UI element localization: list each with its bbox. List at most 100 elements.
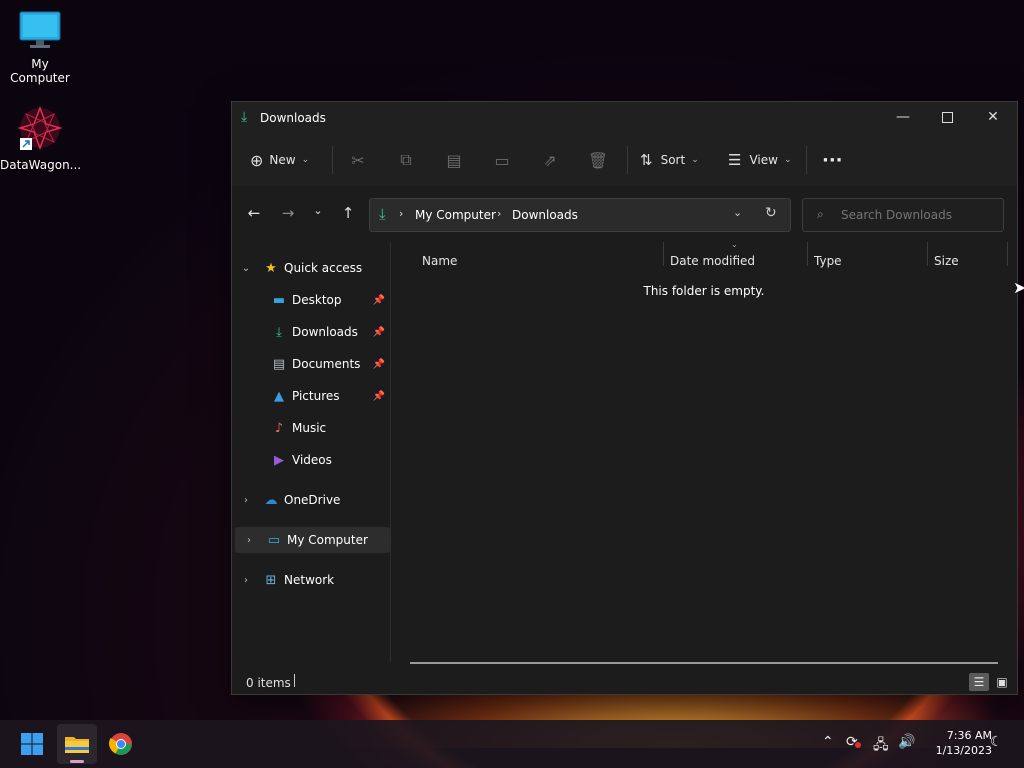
tiles-view-button[interactable]: ▣: [992, 673, 1012, 691]
chevron-right-icon: ›: [244, 494, 248, 506]
share-icon: ⇗: [543, 150, 557, 170]
list-view-icon: ☰: [728, 151, 742, 169]
sidebar-item-label: My Computer: [287, 533, 368, 547]
sync-icon[interactable]: ⟳: [846, 734, 861, 750]
column-header-row: Name ⌄ Date modified Type Size: [391, 240, 1015, 270]
arrow-up-icon: ↑: [341, 204, 355, 222]
copy-button[interactable]: ⧉: [392, 148, 420, 172]
clock-date: 1/13/2023: [935, 744, 992, 757]
pin-icon[interactable]: 📌: [373, 391, 385, 402]
sidebar-item-pictures[interactable]: ▲ Pictures 📌: [232, 383, 387, 409]
sidebar-item-my-computer[interactable]: › ▭ My Computer: [235, 527, 390, 553]
breadcrumb-separator-icon: ›: [497, 207, 502, 220]
file-explorer-taskbar-button[interactable]: [57, 724, 97, 764]
start-button[interactable]: [12, 724, 52, 764]
view-button[interactable]: ☰ View ⌄: [728, 148, 791, 172]
sort-indicator-icon: ⌄: [731, 240, 738, 249]
horizontal-scrollbar[interactable]: [410, 662, 998, 664]
cloud-icon: ☁: [264, 492, 278, 508]
new-button[interactable]: ⊕ New ⌄: [250, 148, 309, 172]
rename-button[interactable]: ▭: [488, 148, 516, 172]
system-clock[interactable]: 7:36 AM 1/13/2023: [920, 728, 992, 758]
more-options-button[interactable]: ···: [822, 148, 843, 172]
forward-button[interactable]: →: [276, 204, 300, 224]
monitor-icon: ▭: [267, 532, 281, 548]
recent-locations-button[interactable]: ⌄: [306, 204, 330, 224]
desktop-icon-my-computer[interactable]: My Computer: [0, 10, 80, 85]
sidebar-item-label: OneDrive: [284, 493, 341, 507]
chrome-icon: [109, 733, 132, 755]
trash-icon: 🗑: [587, 150, 609, 170]
refresh-icon[interactable]: ↻: [765, 205, 777, 221]
close-button[interactable]: ✕: [970, 102, 1016, 132]
pin-icon[interactable]: 📌: [373, 327, 385, 338]
chevron-right-icon: ›: [244, 574, 248, 586]
download-icon: ⤓: [241, 109, 248, 125]
chrome-taskbar-button[interactable]: [101, 724, 141, 764]
breadcrumb-my-computer[interactable]: My Computer: [415, 208, 496, 222]
sidebar-item-onedrive[interactable]: › ☁ OneDrive: [232, 487, 387, 513]
sidebar-item-videos[interactable]: ▶ Videos: [232, 447, 387, 473]
desktop-folder-icon: ▬: [272, 292, 286, 308]
focus-assist-moon-icon[interactable]: ☾: [990, 734, 1003, 750]
search-icon: ⌕: [817, 207, 824, 221]
address-history-dropdown[interactable]: ⌄: [733, 206, 742, 219]
paste-button[interactable]: ▤: [440, 148, 468, 172]
sidebar-item-downloads[interactable]: ⤓ Downloads 📌: [232, 319, 387, 345]
share-button[interactable]: ⇗: [536, 148, 564, 172]
sidebar-item-label: Music: [292, 421, 327, 435]
sidebar-item-quick-access[interactable]: ⌄ ★ Quick access: [232, 255, 387, 281]
column-header-type[interactable]: Type: [814, 254, 842, 268]
new-label: New: [269, 153, 296, 167]
active-indicator: [70, 760, 84, 763]
show-hidden-icons-chevron-icon[interactable]: ⌃: [822, 734, 834, 750]
sidebar-item-desktop[interactable]: ▬ Desktop 📌: [232, 287, 387, 313]
arrow-right-icon: →: [281, 204, 295, 222]
file-list-pane[interactable]: Name ⌄ Date modified Type Size This fold…: [391, 240, 1015, 672]
column-header-date-modified[interactable]: Date modified: [670, 254, 755, 268]
sort-label: Sort: [660, 153, 686, 167]
video-icon: ▶: [274, 452, 284, 468]
sidebar-item-documents[interactable]: ▤ Documents 📌: [232, 351, 387, 377]
delete-button[interactable]: 🗑: [584, 148, 612, 172]
search-input[interactable]: [839, 205, 993, 225]
arrow-left-icon: ←: [247, 204, 261, 222]
command-bar: ⊕ New ⌄ ✂ ⧉ ▤ ▭ ⇗ 🗑 ⇅ Sort ⌄ ☰ View ⌄ ··…: [232, 134, 1017, 186]
pin-icon[interactable]: 📌: [373, 295, 385, 306]
details-view-icon: ☰: [973, 675, 985, 689]
navigation-pane: ⌄ ★ Quick access ▬ Desktop 📌 ⤓ Downloads…: [232, 242, 390, 662]
minimize-button[interactable]: —: [880, 102, 926, 132]
cut-button[interactable]: ✂: [344, 148, 372, 172]
search-box[interactable]: ⌕: [802, 198, 1004, 232]
breadcrumb-downloads[interactable]: Downloads: [512, 208, 578, 222]
title-bar[interactable]: ⤓ Downloads — ✕: [232, 102, 1017, 134]
sort-button[interactable]: ⇅ Sort ⌄: [640, 148, 699, 172]
sidebar-item-label: Network: [284, 573, 335, 587]
back-button[interactable]: ←: [242, 204, 266, 224]
ellipsis-icon: ···: [822, 149, 843, 171]
sidebar-item-network[interactable]: › ⊞ Network: [232, 567, 387, 593]
clipboard-icon: ▤: [446, 150, 462, 170]
desktop-icon-datawagon[interactable]: DataWagon...: [0, 104, 81, 172]
address-bar[interactable]: ⤓ › My Computer › Downloads ⌄ ↻: [369, 198, 791, 232]
column-header-size[interactable]: Size: [934, 254, 959, 268]
details-view-button[interactable]: ☰: [969, 673, 989, 691]
status-bar: 0 items ☰ ▣: [232, 670, 1017, 694]
network-status-icon[interactable]: 🖧: [873, 734, 889, 758]
rename-icon: ▭: [494, 150, 510, 170]
network-icon: ⊞: [265, 572, 277, 588]
up-button[interactable]: ↑: [336, 204, 360, 224]
column-header-name[interactable]: Name: [422, 254, 457, 268]
pin-icon[interactable]: 📌: [373, 359, 385, 370]
sidebar-item-label: Desktop: [292, 293, 342, 307]
volume-icon[interactable]: 🔊: [898, 734, 915, 750]
maximize-button[interactable]: [924, 102, 970, 132]
copy-icon: ⧉: [400, 150, 412, 169]
plus-circle-icon: ⊕: [250, 150, 264, 170]
windows-logo-icon: [21, 733, 43, 755]
document-icon: ▤: [272, 356, 286, 372]
sidebar-item-label: Quick access: [284, 261, 363, 275]
chevron-down-icon: ⌄: [301, 155, 310, 165]
empty-folder-message: This folder is empty.: [643, 284, 765, 298]
sidebar-item-music[interactable]: ♪ Music: [232, 415, 387, 441]
